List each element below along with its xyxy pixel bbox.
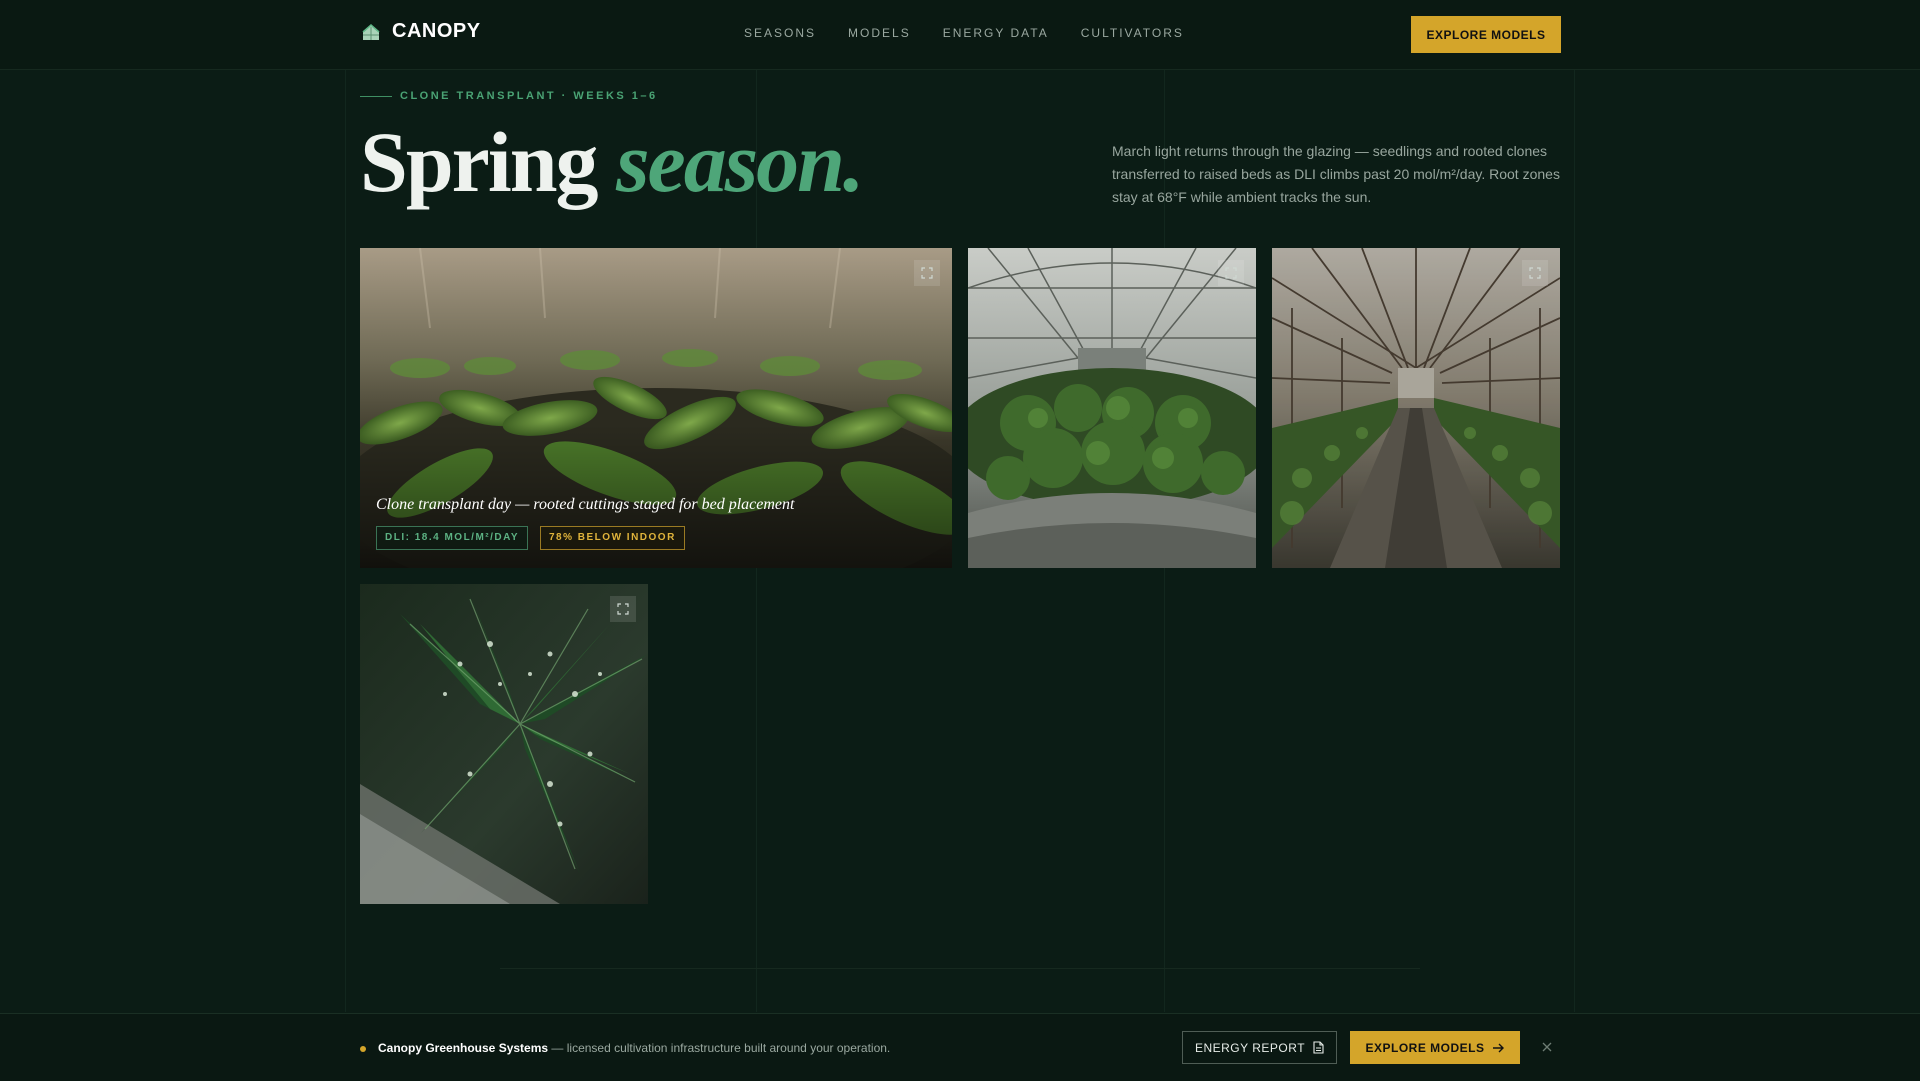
arrow-right-icon xyxy=(1492,1043,1504,1052)
page-title: Spring season. xyxy=(360,112,865,212)
energy-report-label: ENERGY REPORT xyxy=(1194,1040,1306,1055)
photo-greenhouse-bed[interactable] xyxy=(968,248,1256,568)
expand-icon[interactable] xyxy=(610,596,636,622)
nav-item-cultivators[interactable]: CULTIVATORS xyxy=(1081,26,1184,40)
photo-greenhouse-aisle[interactable] xyxy=(1272,248,1560,568)
intro-paragraph: March light returns through the glazing … xyxy=(1112,143,1560,205)
main-nav: SEASONS MODELS ENERGY DATA CULTIVATORS xyxy=(744,26,1216,40)
greenhouse-icon xyxy=(362,23,380,40)
greenhouse-aisle-image xyxy=(1272,248,1560,568)
company-name: Canopy Greenhouse Systems xyxy=(378,1041,549,1055)
title-main: Spring xyxy=(360,114,599,210)
title-accent: season. xyxy=(616,114,864,210)
nav-item-seasons[interactable]: SEASONS xyxy=(744,26,816,40)
eyebrow-label: CLONE TRANSPLANT · WEEKS 1–6 xyxy=(400,90,658,102)
sticky-footer-bar: Canopy Greenhouse Systems — licensed cul… xyxy=(0,1013,1920,1081)
greenhouse-bed-image xyxy=(968,248,1256,568)
grid-line xyxy=(1574,70,1575,1012)
eyebrow: CLONE TRANSPLANT · WEEKS 1–6 xyxy=(360,90,658,102)
energy-report-button[interactable]: ENERGY REPORT xyxy=(1182,1031,1337,1064)
brand-logo[interactable]: CANOPY xyxy=(360,20,481,43)
dli-badge: DLI: 18.4 MOL/M²/DAY xyxy=(376,526,529,550)
expand-icon[interactable] xyxy=(914,260,940,286)
nav-item-energy-data[interactable]: ENERGY DATA xyxy=(943,26,1049,40)
brand-name: CANOPY xyxy=(392,20,481,42)
expand-icon[interactable] xyxy=(1218,260,1244,286)
explore-models-label: EXPLORE MODELS xyxy=(1365,1040,1485,1055)
photo-caption: Clone transplant day — rooted cuttings s… xyxy=(376,496,795,513)
nav-item-models[interactable]: MODELS xyxy=(848,26,911,40)
wet-leaf-image xyxy=(360,584,648,904)
section-divider xyxy=(500,968,1420,969)
company-tagline: — licensed cultivation infrastructure bu… xyxy=(548,1041,891,1055)
seedlings-image xyxy=(360,248,952,568)
grid-line xyxy=(345,70,346,1012)
expand-icon[interactable] xyxy=(1522,260,1548,286)
document-icon xyxy=(1313,1041,1324,1054)
photo-clone-seedlings[interactable]: Clone transplant day — rooted cuttings s… xyxy=(360,248,952,568)
eyebrow-rule xyxy=(360,95,392,97)
close-icon[interactable] xyxy=(1539,1039,1555,1055)
explore-models-footer-button[interactable]: EXPLORE MODELS xyxy=(1350,1031,1520,1064)
site-header: CANOPY SEASONS MODELS ENERGY DATA CULTIV… xyxy=(0,0,1920,70)
footer-message: Canopy Greenhouse Systems — licensed cul… xyxy=(378,1041,890,1055)
explore-models-button[interactable]: EXPLORE MODELS xyxy=(1411,16,1561,53)
status-dot xyxy=(360,1046,366,1052)
photo-wet-leaf[interactable] xyxy=(360,584,648,904)
energy-badge: 78% BELOW INDOOR xyxy=(540,526,685,550)
